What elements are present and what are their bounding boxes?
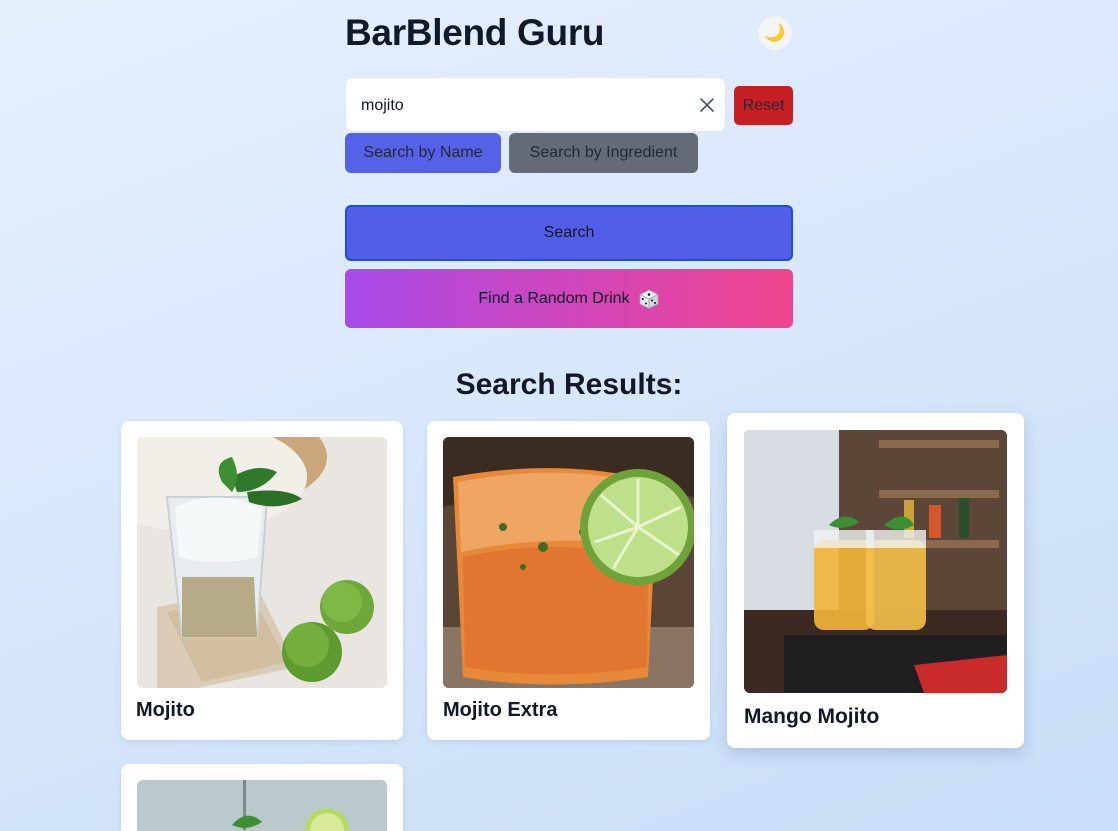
drink-name: Mojito xyxy=(136,699,195,721)
drink-card[interactable]: Mojito Extra xyxy=(427,421,710,740)
random-drink-label: Find a Random Drink xyxy=(478,289,630,307)
drink-card[interactable]: Mojito xyxy=(121,421,403,740)
search-by-ingredient-button[interactable]: Search by Ingredient xyxy=(509,133,698,173)
drink-card[interactable]: Mango Mojito xyxy=(727,413,1024,748)
search-input[interactable] xyxy=(361,78,681,133)
moon-icon: 🌙 xyxy=(764,23,786,42)
dice-icon xyxy=(638,289,659,309)
clear-icon[interactable] xyxy=(699,97,715,113)
drink-image[interactable] xyxy=(744,430,1007,693)
results-heading: Search Results: xyxy=(455,368,683,401)
app-title: BarBlend Guru xyxy=(345,12,605,53)
drink-image[interactable] xyxy=(137,437,387,688)
drink-name: Mojito Extra xyxy=(443,699,558,721)
drink-image[interactable] xyxy=(443,437,694,688)
drink-name: Mango Mojito xyxy=(744,705,880,728)
random-drink-button[interactable]: Find a Random Drink xyxy=(345,269,793,328)
theme-toggle-button[interactable]: 🌙 xyxy=(757,15,793,51)
reset-button[interactable]: Reset xyxy=(734,86,793,125)
search-button[interactable]: Search xyxy=(345,205,793,261)
drink-image[interactable] xyxy=(137,780,387,831)
search-by-name-button[interactable]: Search by Name xyxy=(345,133,501,173)
search-field[interactable] xyxy=(345,77,726,133)
drink-card[interactable] xyxy=(121,764,403,831)
